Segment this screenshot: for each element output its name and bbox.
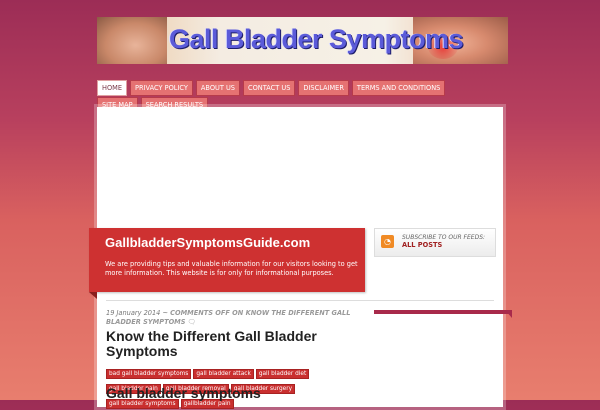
comment-bubble-icon: 🗨	[187, 318, 196, 326]
ribbon-fold	[89, 292, 97, 299]
rss-icon[interactable]: ◔	[381, 235, 394, 248]
tag-link[interactable]: gall bladder attack	[193, 369, 254, 379]
site-description: We are providing tips and valuable infor…	[105, 260, 358, 277]
nav-tab-terms[interactable]: Terms and Conditions	[351, 80, 446, 96]
site-banner[interactable]: Gall Bladder Symptoms	[97, 17, 508, 64]
site-intro-box: GallbladderSymptomsGuide.com We are prov…	[89, 228, 365, 299]
divider	[106, 300, 494, 301]
tag-link[interactable]: gall bladder diet	[255, 369, 310, 379]
sidebar-ribbon-tip	[505, 310, 512, 318]
nav-tab-home[interactable]: Home	[97, 80, 128, 96]
post-subheading: Gall bladder symptoms	[106, 385, 261, 401]
post-title[interactable]: Know the Different Gall Bladder Symptoms	[106, 329, 368, 359]
nav-tab-contact-us[interactable]: Contact Us	[243, 80, 296, 96]
tag-link[interactable]: bad gall bladder symptoms	[106, 369, 192, 379]
all-posts-link[interactable]: ALL POSTS	[402, 241, 442, 249]
nav-tab-privacy-policy[interactable]: Privacy Policy	[130, 80, 193, 96]
feed-caption: SUBSCRIBE TO OUR FEEDS:	[402, 234, 486, 241]
post-date: 19 January 2014	[106, 309, 161, 317]
nav-tab-disclaimer[interactable]: Disclaimer	[298, 80, 349, 96]
banner-title: Gall Bladder Symptoms	[169, 24, 464, 54]
meta-separator: ~	[162, 309, 169, 317]
site-name[interactable]: GallbladderSymptomsGuide.com	[105, 235, 310, 250]
feed-subscribe-box: ◔ SUBSCRIBE TO OUR FEEDS: ALL POSTS	[374, 228, 496, 257]
nav-tab-about-us[interactable]: About Us	[195, 80, 240, 96]
banner-photo-left	[97, 17, 167, 64]
post-meta: 19 January 2014 ~ Comments Off on Know t…	[106, 309, 368, 327]
sidebar-ribbon	[374, 310, 512, 314]
